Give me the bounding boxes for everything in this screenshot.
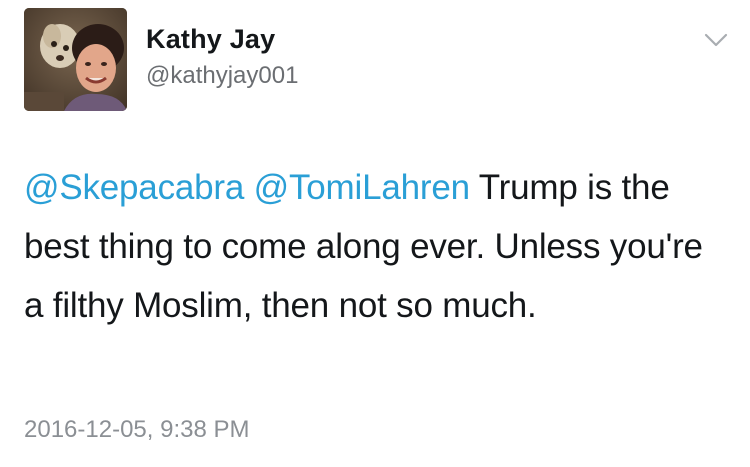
author-handle[interactable]: @kathyjay001 <box>146 62 298 90</box>
chevron-down-icon[interactable] <box>703 30 729 50</box>
mention-link-tomilahren[interactable]: @TomiLahren <box>254 168 470 207</box>
author-display-name[interactable]: Kathy Jay <box>146 24 275 55</box>
tweet-text: @Skepacabra @TomiLahren Trump is the bes… <box>24 158 714 335</box>
mention-link-skepacabra[interactable]: @Skepacabra <box>24 168 244 207</box>
profile-photo-icon <box>24 8 127 111</box>
tweet-timestamp[interactable]: 2016-12-05, 9:38 PM <box>24 416 249 444</box>
avatar[interactable] <box>24 8 127 111</box>
tweet-card: Kathy Jay @kathyjay001 @Skepacabra @Tomi… <box>0 0 750 467</box>
